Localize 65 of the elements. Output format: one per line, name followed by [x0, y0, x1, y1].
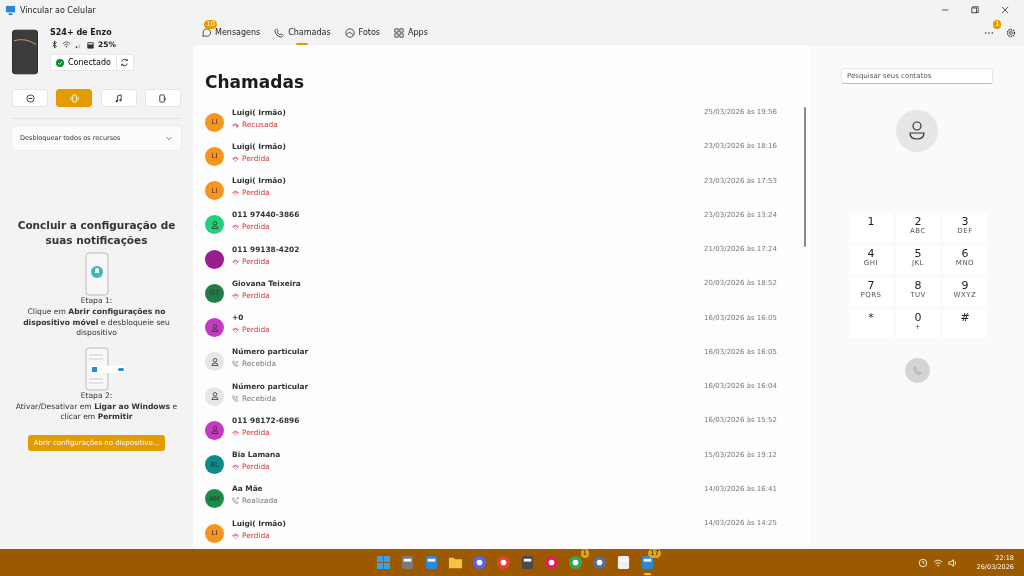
- person-icon: [209, 219, 220, 230]
- wifi-icon: [62, 40, 71, 49]
- taskbar-app-icon[interactable]: [496, 555, 511, 570]
- missed-call-icon: [232, 291, 239, 299]
- refresh-icon: [120, 58, 130, 67]
- settings-icon[interactable]: [1006, 27, 1016, 38]
- check-icon: [56, 58, 64, 67]
- nav-tab[interactable]: Fotos: [344, 20, 381, 45]
- battery-icon: [86, 40, 95, 49]
- missed-call-icon: [232, 463, 239, 471]
- missed-call-icon: [232, 189, 239, 197]
- apps-grid-icon: [394, 27, 405, 38]
- missed-call-icon: [232, 223, 239, 231]
- missed-call-icon: [232, 326, 239, 334]
- speaker-icon[interactable]: [947, 557, 958, 568]
- contact-avatar-icon: [896, 110, 938, 152]
- taskbar-app-icon[interactable]: [568, 555, 583, 570]
- minus-circle-icon: [25, 93, 35, 103]
- person-icon: [209, 322, 220, 333]
- taskbar-app-icon[interactable]: [472, 555, 487, 570]
- window-title: Vincular ao Celular: [20, 5, 96, 15]
- photo-icon: [344, 27, 355, 38]
- bluetooth-icon: [50, 40, 59, 49]
- taskbar-app-icon[interactable]: [544, 555, 559, 570]
- missed-call-icon: [232, 154, 239, 162]
- nav-tab[interactable]: Apps: [394, 20, 428, 45]
- phone-icon: [912, 366, 922, 375]
- connection-status-button[interactable]: Conectado: [50, 54, 117, 71]
- taskbar-app-icon[interactable]: [592, 555, 607, 570]
- vibrate-icon: [69, 93, 79, 103]
- keypad-key[interactable]: #: [943, 309, 987, 338]
- person-icon: [209, 425, 220, 436]
- phone-screen-icon: [158, 93, 168, 103]
- device-name: S24+ de Enzo: [50, 28, 113, 37]
- person-icon: [209, 356, 220, 367]
- taskbar-app-icon[interactable]: [520, 555, 535, 570]
- keypad-key[interactable]: *: [849, 309, 893, 338]
- incoming-call-icon: [232, 394, 239, 402]
- clock-icon[interactable]: [917, 557, 928, 568]
- wifi-icon[interactable]: [932, 557, 943, 568]
- phone-picture-icon: [12, 28, 38, 76]
- taskbar-app-icon[interactable]: [400, 555, 415, 570]
- taskbar-app-icon[interactable]: [616, 555, 631, 570]
- refresh-button[interactable]: [116, 54, 134, 71]
- chat-bubble-icon: [201, 27, 211, 38]
- close-icon[interactable]: [1001, 6, 1009, 14]
- declined-call-icon: [232, 120, 239, 128]
- page-title: Chamadas: [205, 72, 305, 92]
- app-logo-icon: [5, 4, 16, 16]
- setup-title: Concluir a configuração de suas notificações: [16, 218, 177, 248]
- keypad-key[interactable]: 1: [849, 213, 893, 242]
- taskbar-app-icon[interactable]: [640, 555, 655, 570]
- maximize-icon[interactable]: [971, 6, 979, 14]
- incoming-call-icon: [232, 360, 239, 368]
- missed-call-icon: [232, 428, 239, 436]
- outgoing-call-icon: [232, 497, 239, 505]
- missed-call-icon: [232, 257, 239, 265]
- more-dots-icon: [984, 30, 994, 35]
- phone-unlock-drawing: [84, 252, 109, 297]
- music-note-icon: [114, 93, 124, 103]
- missed-call-icon: [232, 531, 239, 539]
- taskbar-app-icon[interactable]: [424, 555, 439, 570]
- nav-tab[interactable]: Chamadas: [274, 20, 331, 45]
- person-icon: [209, 391, 220, 402]
- phone-icon: [274, 27, 285, 38]
